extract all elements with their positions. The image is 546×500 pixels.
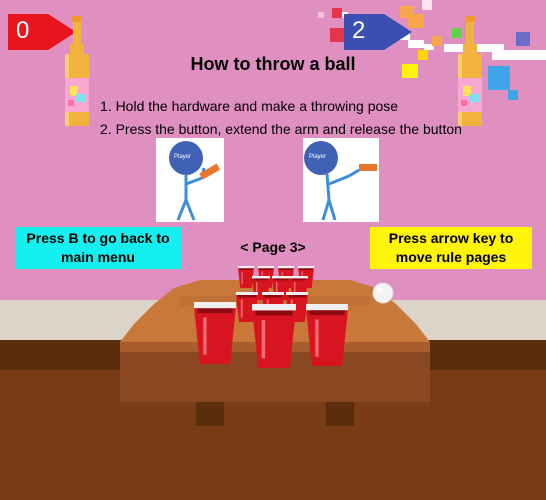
game-scene: 0 2 How to throw a ball 1. Hold the hard… <box>0 0 546 500</box>
red-cup-icon <box>306 304 348 366</box>
red-cup-icon <box>194 302 236 364</box>
cup-formation <box>0 0 546 500</box>
red-cup-icon <box>252 304 296 368</box>
